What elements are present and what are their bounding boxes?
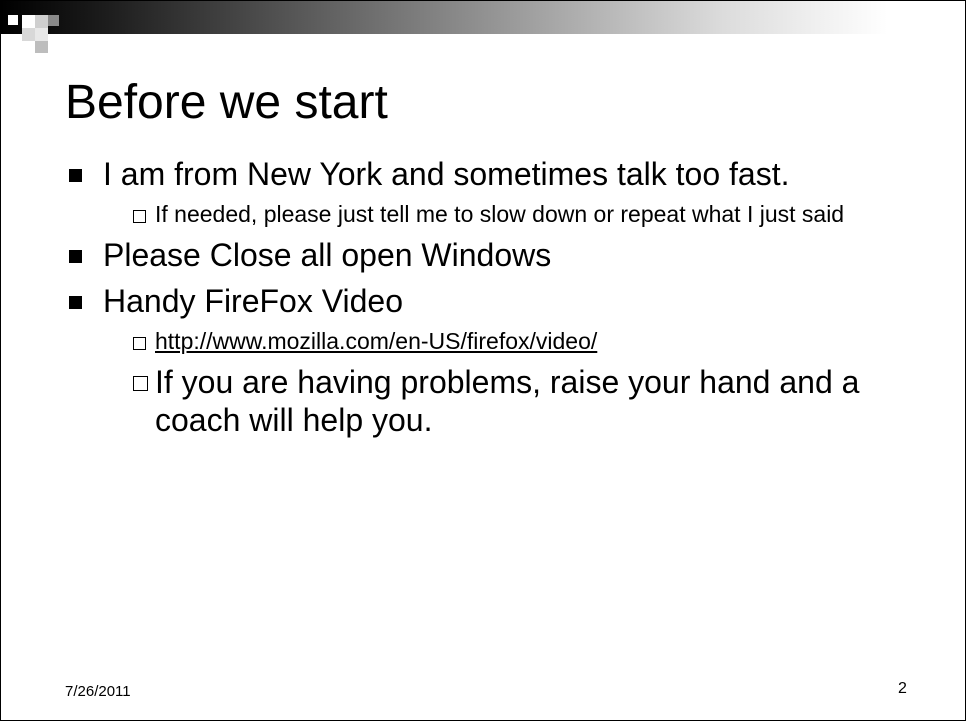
square-bullet-icon xyxy=(69,169,82,182)
square-bullet-icon xyxy=(69,250,82,263)
page-number: 2 xyxy=(898,680,907,697)
bullet-text: Handy FireFox Video xyxy=(103,283,403,319)
header-gradient-band xyxy=(1,1,965,34)
square-bullet-icon xyxy=(69,296,82,309)
slide-title: Before we start xyxy=(65,76,388,129)
decorative-square xyxy=(22,15,35,28)
hollow-square-bullet-icon xyxy=(133,376,148,391)
decorative-square xyxy=(22,28,35,41)
sub-bullet-text: If you are having problems, raise your h… xyxy=(155,364,860,438)
decorative-square xyxy=(35,15,48,28)
bullet-text: Please Close all open Windows xyxy=(103,237,552,273)
footer-date: 7/26/2011 xyxy=(65,683,131,700)
bullet-item: Handy FireFox Video xyxy=(65,282,945,320)
bullet-text: I am from New York and sometimes talk to… xyxy=(103,156,790,192)
decorative-square xyxy=(8,15,18,25)
slide: Before we start I am from New York and s… xyxy=(0,0,966,721)
bullet-item: Please Close all open Windows xyxy=(65,236,945,274)
slide-body: I am from New York and sometimes talk to… xyxy=(65,155,945,447)
decorative-square xyxy=(48,15,59,26)
hollow-square-bullet-icon xyxy=(133,337,146,350)
sub-bullet-item: If needed, please just tell me to slow d… xyxy=(65,201,945,228)
sub-bullet-item: If you are having problems, raise your h… xyxy=(65,363,945,439)
decorative-square xyxy=(35,28,48,41)
firefox-video-link[interactable]: http://www.mozilla.com/en-US/firefox/vid… xyxy=(155,328,597,354)
bullet-item: I am from New York and sometimes talk to… xyxy=(65,155,945,193)
decorative-square xyxy=(35,41,48,53)
hollow-square-bullet-icon xyxy=(133,210,146,223)
sub-bullet-item: http://www.mozilla.com/en-US/firefox/vid… xyxy=(65,328,945,355)
sub-bullet-text: If needed, please just tell me to slow d… xyxy=(155,201,845,227)
